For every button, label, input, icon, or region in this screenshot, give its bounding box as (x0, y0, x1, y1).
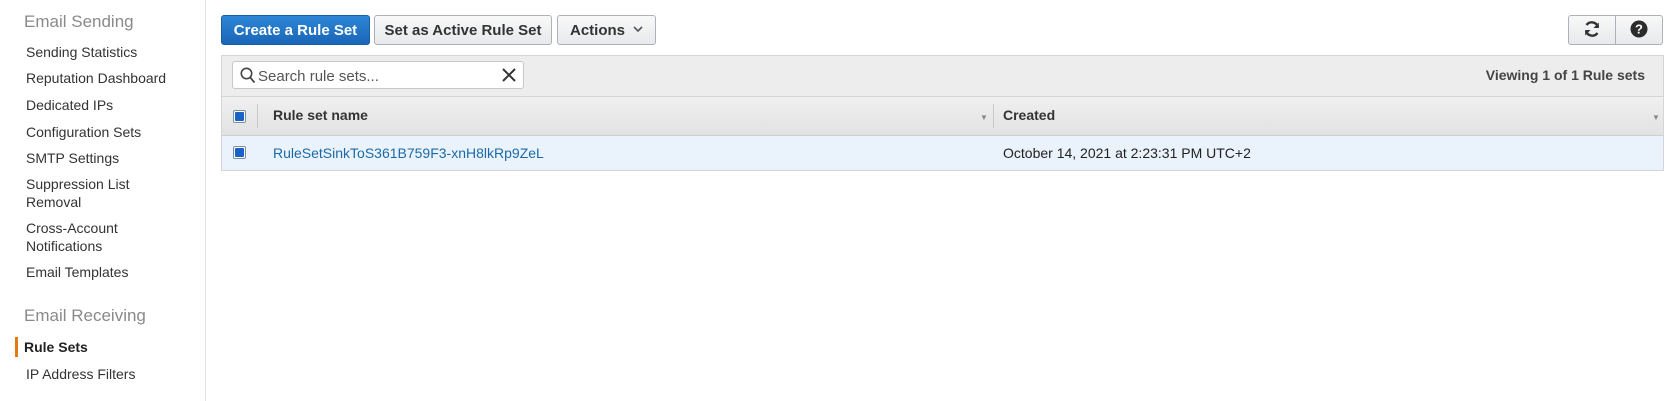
table-row[interactable]: RuleSetSinkToS361B759F3-xnH8lkRp9ZeL Oct… (222, 136, 1663, 170)
sidebar-item-sending-statistics[interactable]: Sending Statistics (26, 43, 196, 61)
sidebar-section-email-sending: Email Sending (24, 12, 134, 31)
help-icon: ? (1630, 20, 1648, 41)
sidebar-item-dedicated-ips[interactable]: Dedicated IPs (26, 96, 196, 114)
create-rule-set-button[interactable]: Create a Rule Set (221, 15, 370, 45)
actions-label: Actions (569, 21, 625, 39)
set-active-rule-set-button[interactable]: Set as Active Rule Set (374, 15, 552, 45)
viewing-count: Viewing 1 of 1 Rule sets (1485, 67, 1645, 83)
sidebar: Email Sending Sending Statistics Reputat… (0, 0, 206, 401)
sidebar-item-configuration-sets[interactable]: Configuration Sets (26, 123, 196, 141)
search-input[interactable] (256, 64, 490, 88)
help-button[interactable]: ? (1615, 15, 1663, 45)
sidebar-item-smtp-settings[interactable]: SMTP Settings (26, 149, 196, 167)
ses-console: Email Sending Sending Statistics Reputat… (0, 0, 1673, 401)
refresh-button[interactable] (1568, 15, 1616, 45)
clear-search-icon[interactable] (501, 67, 517, 86)
search-box[interactable] (232, 61, 524, 89)
select-all-checkbox[interactable] (233, 110, 246, 123)
sidebar-item-reputation-dashboard[interactable]: Reputation Dashboard (26, 69, 196, 87)
set-active-rule-set-label: Set as Active Rule Set (384, 21, 542, 39)
svg-text:?: ? (1635, 21, 1643, 36)
refresh-icon (1582, 19, 1602, 42)
created-cell: October 14, 2021 at 2:23:31 PM UTC+2 (1003, 145, 1251, 161)
table-header-row: Rule set name ▼ Created ▼ (222, 97, 1663, 136)
column-header-rule-set-name[interactable]: Rule set name (273, 107, 368, 123)
search-icon (240, 67, 256, 87)
sort-icon[interactable]: ▼ (980, 113, 988, 122)
rule-set-name-link[interactable]: RuleSetSinkToS361B759F3-xnH8lkRp9ZeL (273, 145, 544, 161)
sidebar-section-email-receiving: Email Receiving (24, 306, 146, 325)
sidebar-item-suppression-list-removal[interactable]: Suppression List Removal (26, 175, 146, 211)
sidebar-item-email-templates[interactable]: Email Templates (26, 263, 196, 281)
sidebar-item-cross-account-notifications[interactable]: Cross-Account Notifications (26, 219, 136, 255)
actions-dropdown-button[interactable]: Actions (557, 15, 656, 45)
row-checkbox[interactable] (233, 146, 246, 159)
rule-sets-table-panel: Viewing 1 of 1 Rule sets Rule set name ▼… (221, 55, 1664, 171)
filter-bar: Viewing 1 of 1 Rule sets (222, 56, 1663, 97)
column-divider (993, 104, 994, 128)
active-item-marker (15, 337, 18, 357)
chevron-down-icon (633, 24, 643, 36)
column-header-created[interactable]: Created (1003, 107, 1055, 123)
column-divider (257, 104, 258, 128)
sidebar-item-rule-sets[interactable]: Rule Sets (24, 338, 194, 356)
create-rule-set-label: Create a Rule Set (233, 21, 358, 39)
sidebar-item-ip-address-filters[interactable]: IP Address Filters (26, 365, 196, 383)
sort-icon[interactable]: ▼ (1652, 113, 1660, 122)
